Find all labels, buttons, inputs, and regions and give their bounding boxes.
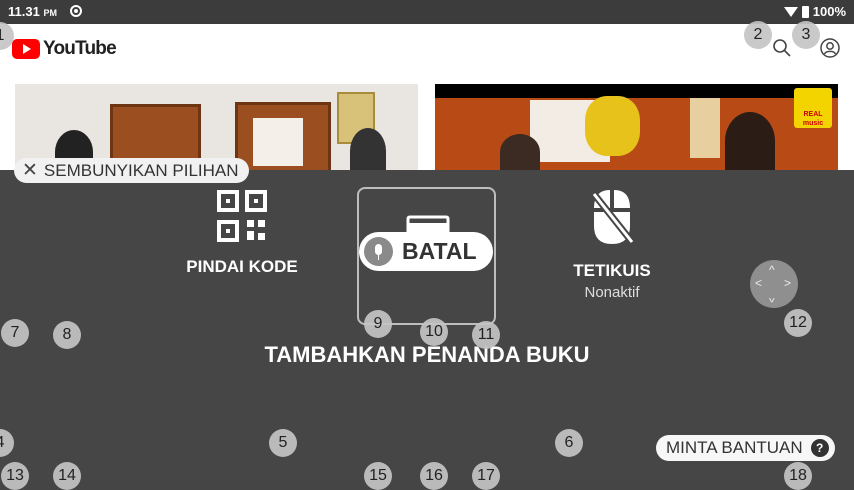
app-name: YouTube <box>43 38 117 59</box>
cancel-label: BATAL <box>402 238 477 264</box>
account-icon[interactable] <box>820 38 840 58</box>
battery-level: 100% <box>812 4 846 19</box>
chevron-right-icon[interactable]: > <box>784 277 791 289</box>
search-icon[interactable] <box>772 38 792 58</box>
status-bar: 11.31 PM 100% <box>0 0 854 24</box>
pillar <box>690 98 720 158</box>
help-icon: ? <box>810 439 829 457</box>
number-badge[interactable]: 7 <box>1 319 29 347</box>
mouse-option[interactable]: TETIKUIS Nonaktif <box>540 188 684 301</box>
chevron-down-icon[interactable]: ^ <box>769 291 775 305</box>
sync-icon <box>70 5 82 17</box>
person-shape <box>500 134 540 170</box>
number-badge[interactable]: 13 <box>1 462 29 490</box>
number-badge[interactable]: 6 <box>555 429 583 457</box>
number-badge[interactable]: 10 <box>420 318 448 346</box>
dpad-control[interactable]: ^ ^ < > <box>750 260 798 308</box>
get-help-button[interactable]: MINTA BANTUAN ? <box>656 435 835 461</box>
app-bar: YouTube <box>0 24 854 72</box>
channel-logo: REAL music <box>794 88 832 128</box>
number-badge[interactable]: 17 <box>472 462 500 490</box>
banana-bunch <box>585 96 640 156</box>
hide-options-button[interactable]: ✕ SEMBUNYIKAN PILIHAN <box>14 158 249 183</box>
add-bookmark-label: TAMBAHKAN PENANDA BUKU <box>264 342 590 367</box>
microphone-icon <box>364 237 393 266</box>
video-thumbnail-2[interactable]: REAL music <box>435 84 838 170</box>
youtube-logo[interactable]: YouTube <box>12 38 117 60</box>
mouse-off-icon <box>591 190 635 245</box>
wifi-icon <box>783 6 798 17</box>
youtube-play-icon <box>12 39 40 59</box>
status-time: 11.31 PM <box>8 4 57 19</box>
qr-code-icon <box>217 190 267 242</box>
person-shape <box>350 128 386 170</box>
number-badge[interactable]: 8 <box>53 321 81 349</box>
battery-icon <box>801 5 809 18</box>
mouse-status: Nonaktif <box>584 284 640 301</box>
number-badge[interactable]: 18 <box>784 462 812 490</box>
number-badge[interactable]: 15 <box>364 462 392 490</box>
status-right: 100% <box>783 4 846 19</box>
get-help-label: MINTA BANTUAN <box>666 438 803 457</box>
chevron-up-icon[interactable]: ^ <box>769 264 775 276</box>
scan-code-label: PINDAI KODE <box>186 257 298 276</box>
person-shape <box>725 112 775 170</box>
number-badge[interactable]: 11 <box>472 321 500 349</box>
cancel-voice-button[interactable]: BATAL <box>359 232 493 271</box>
number-badge[interactable]: 5 <box>269 429 297 457</box>
number-badge[interactable]: 9 <box>364 310 392 338</box>
scan-code-option[interactable]: PINDAI KODE <box>170 190 314 277</box>
mouse-label: TETIKUIS <box>573 261 651 280</box>
chevron-left-icon[interactable]: < <box>755 277 762 289</box>
number-badge[interactable]: 3 <box>792 21 820 49</box>
number-badge[interactable]: 12 <box>784 309 812 337</box>
video-feed: REAL music <box>0 72 854 172</box>
number-badge[interactable]: 16 <box>420 462 448 490</box>
number-badge[interactable]: 14 <box>53 462 81 490</box>
number-badge[interactable]: 2 <box>744 21 772 49</box>
hide-options-label: SEMBUNYIKAN PILIHAN <box>43 160 239 180</box>
close-icon: ✕ <box>22 160 38 181</box>
door-panel <box>253 118 303 166</box>
